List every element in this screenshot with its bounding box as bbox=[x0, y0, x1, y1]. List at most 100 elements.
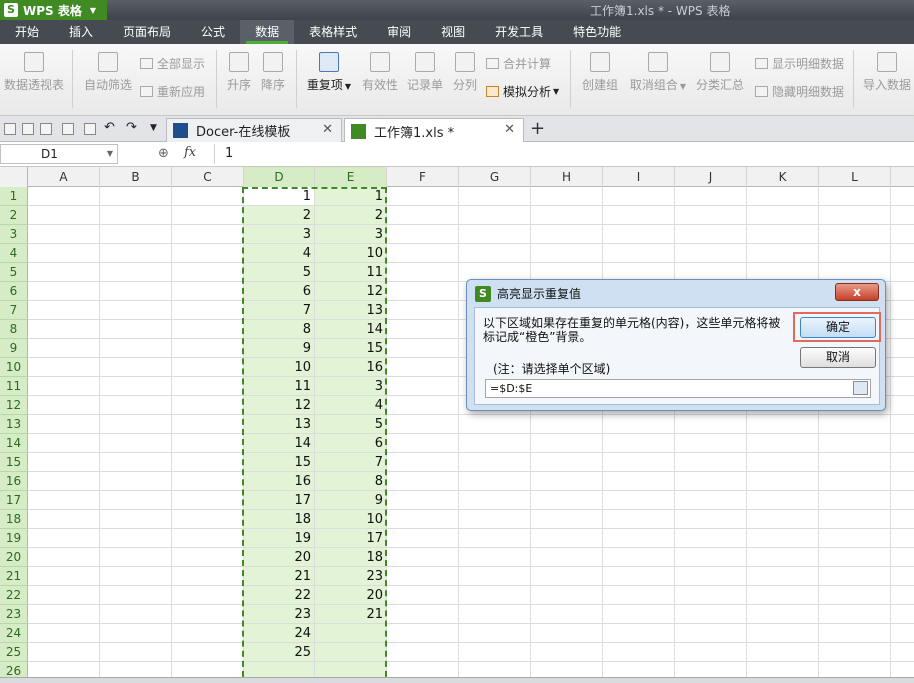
grid-line bbox=[28, 205, 914, 206]
menu-bar: 开始 插入 页面布局 公式 数据 表格样式 审阅 视图 开发工具 特色功能 bbox=[0, 20, 914, 44]
subtotal-button[interactable]: 分类汇总 bbox=[694, 52, 746, 93]
record-form-button[interactable]: 记录单 bbox=[405, 52, 445, 93]
close-icon[interactable]: ✕ bbox=[322, 122, 333, 137]
hide-detail-button[interactable]: 隐藏明细数据 bbox=[755, 83, 844, 100]
row-header-7[interactable]: 7 bbox=[0, 301, 28, 320]
row-header-3[interactable]: 3 bbox=[0, 225, 28, 244]
insert-function-icon[interactable]: fx bbox=[184, 145, 196, 160]
tab-data[interactable]: 数据 bbox=[240, 20, 295, 44]
row-header-8[interactable]: 8 bbox=[0, 320, 28, 339]
show-detail-button[interactable]: 显示明细数据 bbox=[755, 55, 844, 72]
column-header-c[interactable]: C bbox=[172, 167, 244, 187]
new-tab-plus-icon[interactable]: + bbox=[530, 118, 545, 139]
range-picker-icon[interactable] bbox=[853, 381, 868, 395]
tab-review[interactable]: 审阅 bbox=[372, 20, 426, 44]
column-header-a[interactable]: A bbox=[28, 167, 100, 187]
row-header-19[interactable]: 19 bbox=[0, 529, 28, 548]
import-data-button[interactable]: 导入数据 bbox=[860, 52, 914, 93]
customize-toolbar-icon[interactable]: ▼ bbox=[150, 123, 162, 135]
row-header-25[interactable]: 25 bbox=[0, 643, 28, 662]
row-header-9[interactable]: 9 bbox=[0, 339, 28, 358]
row-header-6[interactable]: 6 bbox=[0, 282, 28, 301]
print-preview-icon[interactable] bbox=[84, 123, 96, 135]
grid-line bbox=[28, 566, 914, 567]
duplicates-button[interactable]: 重复项 ▼ bbox=[303, 52, 355, 93]
tab-page-layout[interactable]: 页面布局 bbox=[108, 20, 186, 44]
row-header-12[interactable]: 12 bbox=[0, 396, 28, 415]
row-header-18[interactable]: 18 bbox=[0, 510, 28, 529]
export-pdf-icon[interactable] bbox=[40, 123, 52, 135]
cancel-button[interactable]: 取消 bbox=[800, 347, 876, 368]
create-group-button[interactable]: 创建组 bbox=[578, 52, 622, 93]
import-data-icon bbox=[877, 52, 897, 72]
range-input[interactable]: =$D:$E bbox=[485, 379, 871, 398]
column-header-b[interactable]: B bbox=[100, 167, 172, 187]
open-icon[interactable] bbox=[4, 123, 16, 135]
split-columns-button[interactable]: 分列 bbox=[450, 52, 480, 93]
dialog-close-button[interactable]: x bbox=[835, 283, 879, 301]
autofilter-button[interactable]: 自动筛选 bbox=[82, 52, 134, 93]
tab-docer-templates[interactable]: Docer-在线模板 ✕ bbox=[166, 118, 342, 142]
consolidate-button[interactable]: 合并计算 bbox=[486, 55, 551, 72]
redo-icon[interactable]: ↷ bbox=[126, 120, 138, 135]
search-function-icon[interactable]: ⊕ bbox=[158, 146, 169, 161]
tab-developer[interactable]: 开发工具 bbox=[480, 20, 558, 44]
row-header-15[interactable]: 15 bbox=[0, 453, 28, 472]
ungroup-button[interactable]: 取消组合 ▼ bbox=[628, 52, 688, 93]
tab-view[interactable]: 视图 bbox=[426, 20, 480, 44]
column-header-h[interactable]: H bbox=[531, 167, 603, 187]
row-header-1[interactable]: 1 bbox=[0, 187, 28, 206]
import-data-label: 导入数据 bbox=[862, 78, 911, 92]
column-header-l[interactable]: L bbox=[819, 167, 891, 187]
ok-button[interactable]: 确定 bbox=[800, 317, 876, 338]
row-header-5[interactable]: 5 bbox=[0, 263, 28, 282]
tab-workbook1[interactable]: 工作簿1.xls * ✕ bbox=[344, 118, 524, 143]
column-header-k[interactable]: K bbox=[747, 167, 819, 187]
tab-formulas[interactable]: 公式 bbox=[186, 20, 240, 44]
column-header-j[interactable]: J bbox=[675, 167, 747, 187]
close-icon[interactable]: ✕ bbox=[504, 122, 515, 137]
row-header-26[interactable]: 26 bbox=[0, 662, 28, 677]
row-header-20[interactable]: 20 bbox=[0, 548, 28, 567]
row-header-16[interactable]: 16 bbox=[0, 472, 28, 491]
print-icon[interactable] bbox=[62, 123, 74, 135]
app-menu-button[interactable]: S WPS 表格 ▼ bbox=[0, 0, 107, 20]
row-header-2[interactable]: 2 bbox=[0, 206, 28, 225]
validity-button[interactable]: 有效性 bbox=[360, 52, 400, 93]
tab-table-style[interactable]: 表格样式 bbox=[294, 20, 372, 44]
row-header-17[interactable]: 17 bbox=[0, 491, 28, 510]
column-header-i[interactable]: I bbox=[603, 167, 675, 187]
sort-ascending-button[interactable]: 升序 bbox=[224, 52, 254, 93]
column-header-g[interactable]: G bbox=[459, 167, 531, 187]
row-header-21[interactable]: 21 bbox=[0, 567, 28, 586]
save-icon[interactable] bbox=[22, 123, 34, 135]
undo-icon[interactable]: ↶ bbox=[104, 120, 116, 135]
column-header-e[interactable]: E bbox=[315, 167, 387, 187]
tab-special[interactable]: 特色功能 bbox=[558, 20, 636, 44]
row-header-14[interactable]: 14 bbox=[0, 434, 28, 453]
pivot-table-button[interactable]: 数据透视表 bbox=[2, 52, 66, 93]
name-box[interactable]: D1 ▼ bbox=[0, 144, 118, 164]
formula-input[interactable]: 1 bbox=[214, 144, 912, 164]
minus-detail-icon bbox=[755, 86, 768, 97]
tab-home[interactable]: 开始 bbox=[0, 20, 54, 44]
row-header-10[interactable]: 10 bbox=[0, 358, 28, 377]
row-header-4[interactable]: 4 bbox=[0, 244, 28, 263]
row-header-23[interactable]: 23 bbox=[0, 605, 28, 624]
column-header-d[interactable]: D bbox=[244, 167, 315, 187]
chevron-down-icon[interactable]: ▼ bbox=[107, 145, 113, 163]
reapply-button[interactable]: 重新应用 bbox=[140, 83, 205, 100]
row-header-13[interactable]: 13 bbox=[0, 415, 28, 434]
tab-insert[interactable]: 插入 bbox=[54, 20, 108, 44]
sort-descending-button[interactable]: 降序 bbox=[258, 52, 288, 93]
spreadsheet-grid[interactable]: ABCDEFGHIJKL 1 2 3 4 5 6 7 8 9 10 11 12 13 14 15 16 17 18… bbox=[0, 167, 914, 677]
row-header-22[interactable]: 22 bbox=[0, 586, 28, 605]
column-header-f[interactable]: F bbox=[387, 167, 459, 187]
show-all-button[interactable]: 全部显示 bbox=[140, 55, 205, 72]
doc-tab-label: Docer-在线模板 bbox=[196, 125, 291, 140]
row-header-24[interactable]: 24 bbox=[0, 624, 28, 643]
what-if-analysis-button[interactable]: 模拟分析 ▼ bbox=[486, 83, 559, 100]
select-all-corner[interactable] bbox=[0, 167, 28, 187]
grid-line bbox=[28, 547, 914, 548]
row-header-11[interactable]: 11 bbox=[0, 377, 28, 396]
